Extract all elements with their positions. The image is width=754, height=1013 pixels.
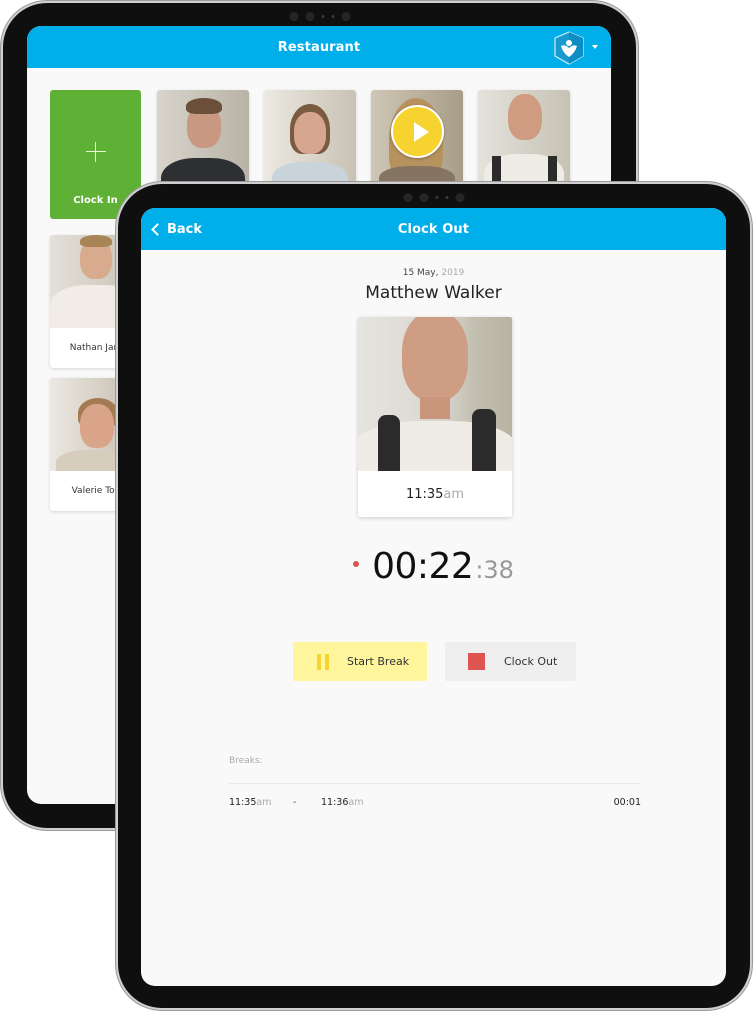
break-duration: 00:01	[613, 797, 641, 808]
front-ipad-frame: Back Clock Out 15 May, 2019 Matthew Walk…	[118, 184, 750, 1008]
camera-dot	[289, 12, 298, 21]
camera-bar	[289, 12, 350, 21]
employee-photo	[264, 90, 356, 183]
back-button[interactable]: Back	[149, 208, 202, 250]
employee-photo	[478, 90, 570, 183]
nav-title: Clock Out	[397, 221, 470, 237]
recording-dot-icon	[353, 560, 360, 567]
pause-icon	[316, 653, 330, 670]
clock-out-content: 15 May, 2019 Matthew Walker 11:35 am 00:…	[141, 250, 726, 986]
clock-out-navbar: Back Clock Out	[141, 208, 726, 250]
start-break-button[interactable]: Start Break	[293, 642, 427, 681]
break-start-time: 11:35	[229, 797, 257, 808]
sensor-dot	[331, 15, 334, 18]
camera-bar	[403, 193, 465, 202]
break-separator: -	[293, 797, 297, 808]
date-day-month: 15 May,	[402, 268, 439, 278]
employee-photo	[157, 90, 249, 183]
neck	[420, 397, 450, 419]
employee-name: Matthew Walker	[365, 283, 502, 303]
clock-out-label: Clock Out	[504, 655, 558, 668]
plus-icon	[86, 142, 106, 162]
camera-dot	[305, 12, 314, 21]
restaurant-navbar: Restaurant	[27, 26, 611, 68]
break-row: 11:35am - 11:36am 00:01	[229, 797, 641, 811]
employee-photo	[358, 317, 512, 471]
breaks-label: Breaks:	[229, 756, 263, 766]
date-line: 15 May, 2019	[141, 268, 726, 278]
sensor-dot	[445, 196, 449, 199]
front-screen: Back Clock Out 15 May, 2019 Matthew Walk…	[141, 208, 726, 986]
camera-dot	[403, 193, 413, 202]
clock-in-card: 11:35 am	[358, 317, 512, 517]
clock-out-button[interactable]: Clock Out	[445, 642, 576, 681]
break-end-ampm: am	[348, 797, 364, 808]
timer-seconds: :38	[475, 556, 514, 584]
date-year: 2019	[441, 268, 465, 278]
break-start: 11:35am	[229, 797, 271, 808]
camera-dot	[419, 193, 429, 202]
break-start-ampm: am	[256, 797, 272, 808]
camera-dot	[455, 193, 465, 202]
play-icon[interactable]	[391, 105, 444, 158]
chevron-left-icon	[151, 222, 164, 236]
start-break-label: Start Break	[347, 655, 410, 668]
elapsed-timer: 00:22 :38	[141, 546, 726, 587]
shield-heart-logo-icon[interactable]	[553, 31, 585, 65]
clock-in-time-value: 11:35	[405, 486, 444, 502]
break-end: 11:36am	[321, 797, 363, 808]
breaks-divider	[229, 783, 641, 784]
caret-down-icon[interactable]	[592, 45, 598, 49]
nav-title: Restaurant	[277, 39, 361, 55]
timer-main: 00:22	[372, 546, 474, 587]
clock-in-time: 11:35 am	[358, 471, 512, 517]
sensor-dot	[321, 15, 324, 18]
back-label: Back	[167, 221, 203, 237]
break-end-time: 11:36	[321, 797, 349, 808]
camera-dot	[341, 12, 350, 21]
stop-icon	[468, 653, 485, 670]
employee-photo	[371, 90, 463, 183]
clock-in-ampm: am	[443, 486, 465, 502]
sensor-dot	[435, 196, 439, 199]
